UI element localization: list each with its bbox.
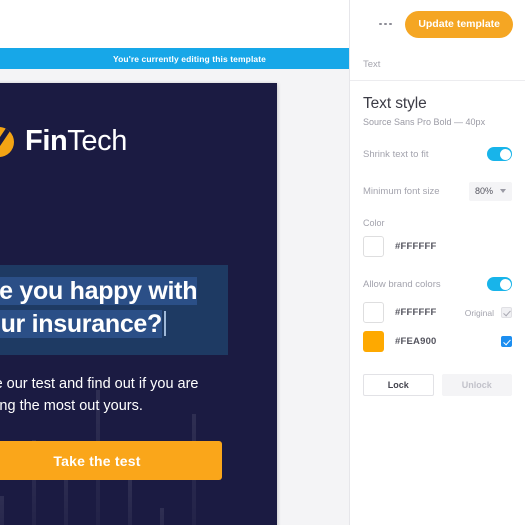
subcopy-text[interactable]: Take our test and find out if you are ge… (0, 373, 222, 417)
brand-color-meta (501, 336, 512, 347)
more-horizontal-icon[interactable] (376, 15, 394, 33)
shrink-text-label: Shrink text to fit (363, 148, 429, 160)
lock-button[interactable]: Lock (363, 374, 434, 396)
update-template-button[interactable]: Update template (405, 10, 513, 38)
original-tag: Original (464, 307, 494, 318)
panel-header: Update template (350, 0, 525, 48)
minimum-font-size-select[interactable]: 80% (468, 181, 512, 201)
editor-topbar (0, 0, 349, 48)
lock-button-row: Lock Unlock (363, 374, 512, 396)
app-root: You're currently editing this template F… (0, 0, 525, 525)
editor-area: You're currently editing this template F… (0, 0, 349, 525)
brand-logo: FinTech (0, 125, 127, 158)
section-subtitle: Source Sans Pro Bold — 40px (363, 117, 486, 127)
brand-logo-text-bold: Fin (25, 125, 68, 157)
color-row: #FFFFFF (363, 236, 512, 257)
template-canvas[interactable]: FinTech Are you happy with your insuranc… (0, 83, 277, 525)
headline-line-2-text: your insurance? (0, 310, 162, 338)
headline-text-block[interactable]: Are you happy with your insurance? (0, 265, 228, 355)
headline-selection-highlight: Are you happy with your insurance? (0, 265, 228, 355)
minimum-font-size-value: 80% (474, 186, 493, 196)
unlock-button: Unlock (441, 374, 512, 396)
brand-color-checkbox[interactable] (501, 336, 512, 347)
brand-logo-text: FinTech (25, 125, 127, 158)
color-swatch[interactable] (363, 236, 384, 257)
color-hex-value: #FFFFFF (395, 241, 437, 252)
canvas-content: FinTech Are you happy with your insuranc… (0, 83, 277, 525)
section-title: Text style (363, 95, 427, 112)
brand-logo-text-light: Tech (67, 125, 127, 157)
canvas-workspace[interactable]: FinTech Are you happy with your insuranc… (0, 69, 349, 525)
panel-body: Text style Source Sans Pro Bold — 40px S… (350, 81, 525, 396)
panel-tab-row: Text (350, 48, 525, 81)
headline-line-2: your insurance? (0, 308, 228, 341)
brand-color-meta: Original (465, 307, 512, 318)
take-the-test-cta-button[interactable]: Take the test (0, 441, 222, 480)
text-style-side-panel: Update template Text Text style Source S… (349, 0, 525, 525)
editing-banner-text: You're currently editing this template (112, 53, 267, 64)
headline-line-1-text: Are you happy with (0, 277, 197, 305)
brand-color-swatch[interactable] (363, 302, 384, 323)
tab-text[interactable]: Text (363, 59, 380, 70)
brand-color-hex: #FEA900 (395, 336, 437, 347)
shrink-text-row: Shrink text to fit (363, 144, 512, 164)
brand-color-row: #FEA900 (363, 331, 512, 352)
fintech-logo-icon (0, 126, 14, 157)
editing-banner: You're currently editing this template (0, 48, 349, 69)
brand-color-swatch[interactable] (363, 331, 384, 352)
allow-brand-colors-toggle[interactable] (487, 277, 512, 291)
chevron-down-icon (500, 189, 506, 193)
color-group-label: Color (363, 218, 385, 228)
minimum-font-size-row: Minimum font size 80% (363, 181, 512, 201)
brand-color-hex: #FFFFFF (395, 307, 437, 318)
minimum-font-size-label: Minimum font size (363, 185, 440, 197)
brand-color-checkbox[interactable] (501, 307, 512, 318)
text-cursor-caret (164, 311, 166, 336)
brand-color-row: #FFFFFF Original (363, 302, 512, 323)
allow-brand-colors-label: Allow brand colors (363, 278, 441, 290)
headline-line-1: Are you happy with (0, 275, 228, 308)
allow-brand-colors-row: Allow brand colors (363, 274, 512, 294)
shrink-text-toggle[interactable] (487, 147, 512, 161)
